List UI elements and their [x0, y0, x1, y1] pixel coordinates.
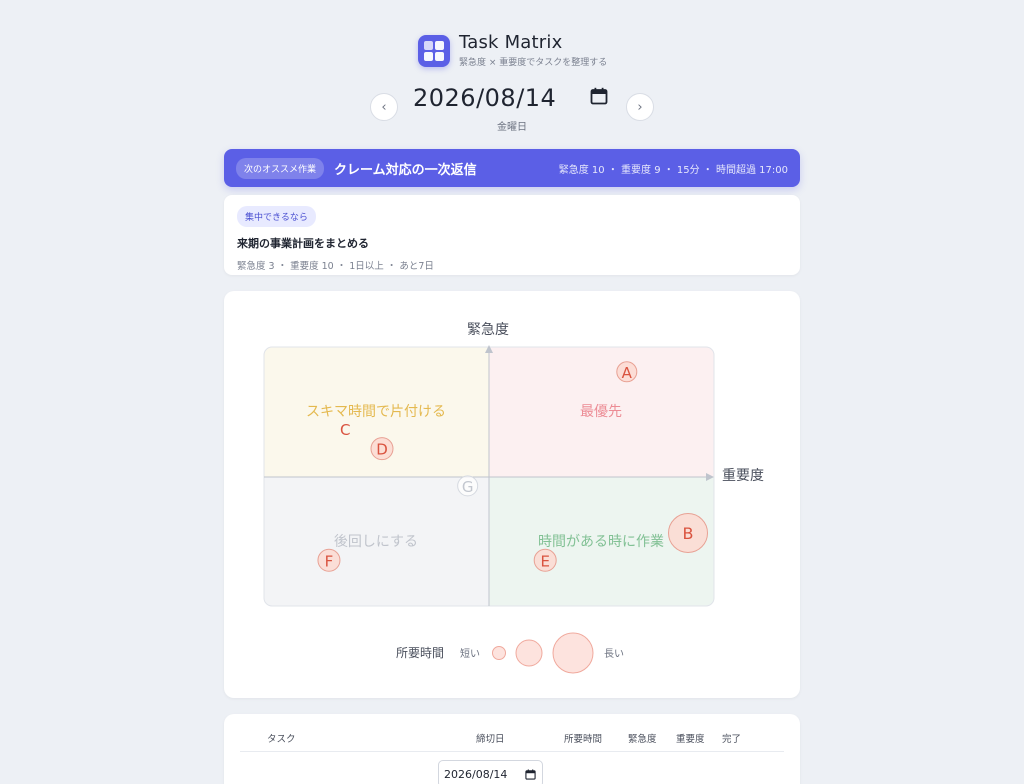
app-subtitle: 緊急度 × 重要度でタスクを整理する: [459, 58, 608, 68]
legend-circle-small: [492, 646, 506, 660]
task-label-g[interactable]: G: [462, 478, 474, 496]
column-header-done: 完了: [722, 734, 742, 745]
legend-long-label: 長い: [604, 648, 624, 660]
calendar-icon[interactable]: [590, 87, 608, 105]
current-date: 2026/08/14: [413, 84, 557, 112]
column-header-importance: 重要度: [676, 734, 705, 745]
x-axis-label: 重要度: [722, 468, 764, 484]
focus-badge: 集中できるなら: [237, 206, 316, 227]
recommend-badge: 次のオススメ作業: [236, 157, 325, 179]
column-header-task: タスク: [267, 734, 296, 745]
legend-circle-medium: [515, 639, 543, 667]
legend-title: 所要時間: [396, 646, 444, 660]
legend-short-label: 短い: [460, 647, 480, 660]
title-block: Task Matrix 緊急度 × 重要度でタスクを整理する: [459, 32, 608, 69]
column-header-urgency: 緊急度: [628, 734, 657, 745]
task-label-a[interactable]: A: [622, 364, 633, 382]
focus-meta: 緊急度 3 ・ 重要度 10 ・ 1日以上 ・ あと7日: [237, 261, 434, 272]
quadrant-label-top-right: 最優先: [580, 404, 622, 420]
task-label-e[interactable]: E: [540, 552, 549, 570]
matrix-card: 緊急度 重要度 スキマ時間で片付ける 最優先 後回しにする 時間がある時に作業 …: [224, 291, 800, 698]
column-header-deadline: 締切日: [476, 734, 505, 745]
legend-circle-large: [552, 632, 594, 674]
task-table: タスク 締切日 所要時間 緊急度 重要度 完了 2026/08/14: [224, 714, 800, 784]
recommended-task-banner[interactable]: 次のオススメ作業 クレーム対応の一次返信 緊急度 10 ・ 重要度 9 ・ 15…: [224, 149, 800, 187]
task-label-b[interactable]: B: [683, 524, 694, 543]
deadline-date-input[interactable]: 2026/08/14: [438, 760, 543, 784]
app-header: Task Matrix 緊急度 × 重要度でタスクを整理する: [418, 33, 607, 68]
quadrant-label-bottom-right: 時間がある時に作業: [538, 534, 664, 550]
quadrant-label-top-left: スキマ時間で片付ける: [306, 404, 446, 420]
next-day-button[interactable]: ›: [626, 93, 654, 121]
grid-icon: [418, 34, 450, 67]
focus-task-card[interactable]: 集中できるなら 来期の事業計画をまとめる 緊急度 3 ・ 重要度 10 ・ 1日…: [224, 195, 800, 275]
y-axis-label: 緊急度: [467, 322, 509, 338]
table-divider: [240, 751, 784, 752]
column-header-duration: 所要時間: [564, 734, 603, 745]
task-label-f[interactable]: F: [325, 552, 334, 570]
quadrant-label-bottom-left: 後回しにする: [334, 534, 418, 550]
weekday: 金曜日: [497, 122, 527, 133]
priority-matrix: 緊急度 重要度 スキマ時間で片付ける 最優先 後回しにする 時間がある時に作業 …: [263, 322, 764, 674]
focus-title: 来期の事業計画をまとめる: [237, 237, 369, 250]
recommend-title: クレーム対応の一次返信: [334, 162, 477, 178]
task-label-c[interactable]: C: [340, 421, 350, 439]
app-title: Task Matrix: [459, 32, 563, 53]
recommend-meta: 緊急度 10 ・ 重要度 9 ・ 15分 ・ 時間超過 17:00: [558, 164, 788, 176]
calendar-icon[interactable]: [525, 769, 536, 780]
task-label-d[interactable]: D: [376, 441, 388, 459]
prev-day-button[interactable]: ‹: [370, 93, 398, 121]
deadline-value: 2026/08/14: [444, 767, 508, 781]
